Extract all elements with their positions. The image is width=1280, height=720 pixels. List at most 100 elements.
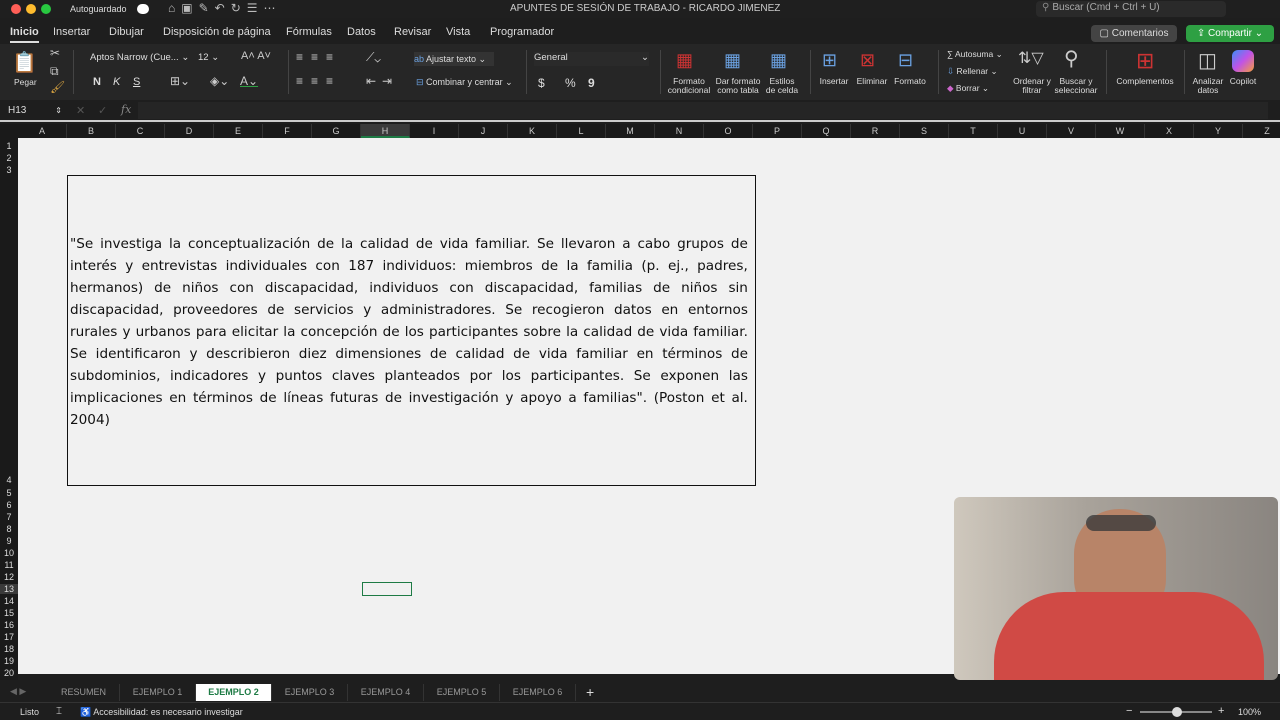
row-header-1[interactable]: 1 bbox=[0, 141, 18, 151]
row-header-13[interactable]: 13 bbox=[0, 584, 18, 594]
vertical-align-icons[interactable]: ≡≡≡ bbox=[296, 50, 341, 64]
formula-input[interactable] bbox=[138, 102, 1268, 119]
column-header-C[interactable]: C bbox=[116, 124, 165, 138]
row-header-14[interactable]: 14 bbox=[0, 596, 18, 606]
cancel-icon[interactable]: ✕ bbox=[76, 104, 85, 117]
column-header-L[interactable]: L bbox=[557, 124, 606, 138]
column-header-V[interactable]: V bbox=[1047, 124, 1096, 138]
column-header-Z[interactable]: Z bbox=[1243, 124, 1280, 138]
column-header-O[interactable]: O bbox=[704, 124, 753, 138]
grow-font-icon[interactable]: A˄ A˅ bbox=[241, 50, 271, 62]
text-box[interactable]: "Se investiga la conceptualización de la calid… bbox=[67, 175, 756, 486]
sheet-tab-resumen[interactable]: RESUMEN bbox=[48, 684, 120, 701]
row-header-5[interactable]: 5 bbox=[0, 488, 18, 498]
copilot-button[interactable]: Copilot bbox=[1226, 77, 1260, 86]
row-header-8[interactable]: 8 bbox=[0, 524, 18, 534]
tab-revisar[interactable]: Revisar bbox=[394, 26, 431, 38]
function-icon[interactable]: fx bbox=[121, 103, 131, 116]
sheet-tab-ejemplo-2[interactable]: EJEMPLO 2 bbox=[196, 684, 272, 701]
row-header-12[interactable]: 12 bbox=[0, 572, 18, 582]
comma-button[interactable]: 9 bbox=[588, 76, 595, 90]
tab-vista[interactable]: Vista bbox=[446, 26, 470, 38]
zoom-out-button[interactable]: − bbox=[1126, 705, 1132, 717]
column-header-W[interactable]: W bbox=[1096, 124, 1145, 138]
addins-icon[interactable]: ⊞ bbox=[1136, 48, 1154, 74]
sheet-tab-ejemplo-1[interactable]: EJEMPLO 1 bbox=[120, 684, 196, 701]
bold-button[interactable]: N bbox=[93, 76, 101, 88]
autosum-button[interactable]: ∑ Autosuma ⌄ bbox=[947, 49, 1003, 60]
column-header-F[interactable]: F bbox=[263, 124, 312, 138]
font-color-icon[interactable]: A⌄ bbox=[240, 74, 258, 88]
row-header-19[interactable]: 19 bbox=[0, 656, 18, 666]
tab-dibujar[interactable]: Dibujar bbox=[109, 26, 144, 38]
quick-access-icons[interactable]: ⌂▣✎↶↻☰⋯ bbox=[168, 1, 282, 15]
column-header-S[interactable]: S bbox=[900, 124, 949, 138]
column-header-E[interactable]: E bbox=[214, 124, 263, 138]
column-header-G[interactable]: G bbox=[312, 124, 361, 138]
maximize-window-button[interactable] bbox=[41, 4, 51, 14]
zoom-slider-thumb[interactable] bbox=[1172, 707, 1182, 717]
format-table-icon[interactable]: ▦ bbox=[724, 50, 741, 71]
underline-button[interactable]: S bbox=[133, 76, 140, 88]
zoom-in-button[interactable]: + bbox=[1218, 705, 1224, 717]
column-header-I[interactable]: I bbox=[410, 124, 459, 138]
row-header-20[interactable]: 20 bbox=[0, 668, 18, 678]
column-header-Y[interactable]: Y bbox=[1194, 124, 1243, 138]
column-header-K[interactable]: K bbox=[508, 124, 557, 138]
horizontal-align-icons[interactable]: ≡≡≡ bbox=[296, 74, 341, 88]
conditional-format-icon[interactable]: ▦ bbox=[676, 50, 693, 71]
wrap-text-button[interactable]: ab Ajustar texto ⌄ bbox=[414, 52, 494, 66]
percent-button[interactable]: % bbox=[565, 76, 576, 90]
add-sheet-button[interactable]: + bbox=[586, 684, 594, 700]
row-header-2[interactable]: 2 bbox=[0, 153, 18, 163]
tab-insertar[interactable]: Insertar bbox=[53, 26, 90, 38]
paste-icon[interactable]: 📋 bbox=[12, 50, 37, 75]
sheet-tab-ejemplo-5[interactable]: EJEMPLO 5 bbox=[424, 684, 500, 701]
find-select-button[interactable]: Buscar y seleccionar bbox=[1052, 77, 1100, 95]
copy-icon[interactable]: ⧉ bbox=[50, 64, 59, 79]
addins-button[interactable]: Complementos bbox=[1112, 77, 1178, 86]
row-header-15[interactable]: 15 bbox=[0, 608, 18, 618]
column-header-R[interactable]: R bbox=[851, 124, 900, 138]
search-input[interactable]: ⚲ Buscar (Cmd + Ctrl + U) bbox=[1036, 1, 1226, 17]
column-header-M[interactable]: M bbox=[606, 124, 655, 138]
row-header-10[interactable]: 10 bbox=[0, 548, 18, 558]
sheet-tab-ejemplo-4[interactable]: EJEMPLO 4 bbox=[348, 684, 424, 701]
share-button[interactable]: ⇪ Compartir ⌄ bbox=[1186, 25, 1274, 42]
row-header-18[interactable]: 18 bbox=[0, 644, 18, 654]
analyze-data-icon[interactable]: ◫ bbox=[1198, 48, 1217, 73]
cell-styles-button[interactable]: Estilos de celda bbox=[764, 77, 800, 95]
column-header-H[interactable]: H bbox=[361, 124, 410, 138]
tab-inicio[interactable]: Inicio bbox=[10, 26, 39, 43]
autosave-toggle[interactable] bbox=[137, 4, 149, 14]
sheet-nav-arrows[interactable]: ◀ ▶ bbox=[10, 686, 26, 697]
zoom-slider[interactable] bbox=[1140, 707, 1212, 717]
number-format-select[interactable]: General ⌄ bbox=[534, 52, 649, 66]
delete-cells-icon[interactable]: ⊠ bbox=[860, 50, 875, 71]
column-header-A[interactable]: A bbox=[18, 124, 67, 138]
paste-button[interactable]: Pegar bbox=[14, 78, 37, 87]
borders-icon[interactable]: ⊞⌄ bbox=[170, 74, 190, 88]
column-header-U[interactable]: U bbox=[998, 124, 1047, 138]
font-family-select[interactable]: Aptos Narrow (Cue... ⌄ bbox=[90, 52, 194, 66]
find-icon[interactable]: ⚲ bbox=[1064, 46, 1079, 71]
close-window-button[interactable] bbox=[11, 4, 21, 14]
tab-disposicion[interactable]: Disposición de página bbox=[163, 26, 271, 38]
indent-icons[interactable]: ⇤⇥ bbox=[366, 74, 398, 88]
comments-button[interactable]: ▢ Comentarios bbox=[1091, 25, 1177, 42]
column-header-X[interactable]: X bbox=[1145, 124, 1194, 138]
format-cells-button[interactable]: Formato bbox=[892, 77, 928, 86]
tab-datos[interactable]: Datos bbox=[347, 26, 376, 38]
italic-button[interactable]: K bbox=[113, 76, 120, 88]
minimize-window-button[interactable] bbox=[26, 4, 36, 14]
row-header-4[interactable]: 4 bbox=[0, 475, 18, 485]
format-painter-icon[interactable]: 🖌 bbox=[50, 80, 65, 94]
enter-icon[interactable]: ✓ bbox=[98, 104, 107, 117]
format-cells-icon[interactable]: ⊟ bbox=[898, 50, 913, 71]
conditional-format-button[interactable]: Formato condicional bbox=[664, 77, 714, 95]
format-table-button[interactable]: Dar formato como tabla bbox=[714, 77, 762, 95]
copilot-icon[interactable] bbox=[1232, 50, 1254, 72]
cut-icon[interactable]: ✂ bbox=[50, 46, 60, 60]
selected-cell-h13[interactable] bbox=[362, 582, 412, 596]
row-header-11[interactable]: 11 bbox=[0, 560, 18, 570]
